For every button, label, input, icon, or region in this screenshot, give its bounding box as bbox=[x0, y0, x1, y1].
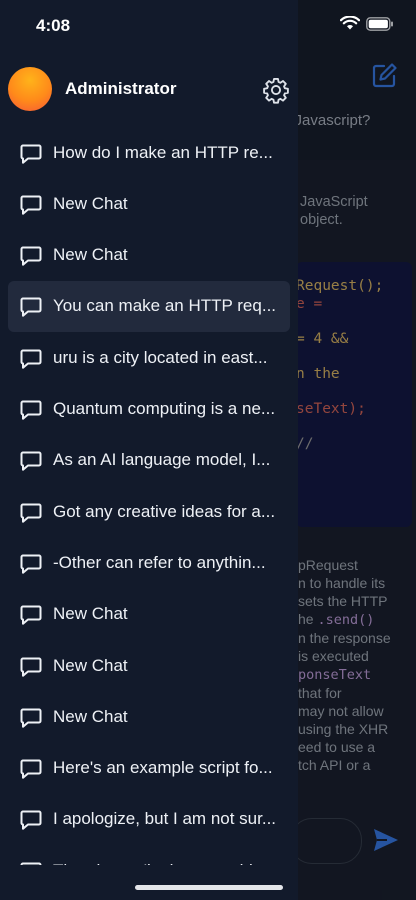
chat-bubble-icon bbox=[20, 862, 42, 865]
chat-title: As an AI language model, I... bbox=[53, 450, 271, 470]
chat-bubble-icon bbox=[20, 144, 42, 164]
chat-title: I apologize, but I am not sur... bbox=[53, 809, 277, 829]
sidebar-drawer: 4:08 Administrator How do I make an HTTP… bbox=[0, 0, 298, 900]
chat-bubble-icon bbox=[20, 246, 42, 266]
chat-bubble-icon bbox=[20, 759, 42, 779]
chat-list-item[interactable]: How do I make an HTTP re... bbox=[8, 127, 290, 178]
username: Administrator bbox=[65, 79, 177, 98]
user-profile[interactable]: Administrator bbox=[8, 67, 176, 111]
chat-bubble-icon bbox=[20, 451, 42, 471]
chat-title: New Chat bbox=[53, 706, 128, 726]
chat-list-item[interactable]: I apologize, but I am not sur... bbox=[8, 794, 290, 845]
status-icons bbox=[340, 16, 394, 31]
chat-list-item[interactable]: Here's an example script fo... bbox=[8, 743, 290, 794]
chat-history-list[interactable]: How do I make an HTTP re... New Chat New C… bbox=[8, 127, 290, 865]
chat-list-item[interactable]: Got any creative ideas for a... bbox=[8, 486, 290, 537]
chat-bubble-icon bbox=[20, 349, 42, 369]
chat-bubble-icon bbox=[20, 605, 42, 625]
chat-bubble-icon bbox=[20, 503, 42, 523]
chat-list-item[interactable]: The phrase 'in the something'... bbox=[8, 845, 290, 865]
home-indicator bbox=[135, 885, 283, 890]
chat-bubble-icon bbox=[20, 195, 42, 215]
chat-list-item[interactable]: As an AI language model, I... bbox=[8, 435, 290, 486]
chat-list-item[interactable]: New Chat bbox=[8, 230, 290, 281]
chat-title: New Chat bbox=[53, 193, 128, 213]
chat-title: How do I make an HTTP re... bbox=[53, 142, 273, 162]
chat-list-item[interactable]: -Other can refer to anythin... bbox=[8, 537, 290, 588]
chat-bubble-icon bbox=[20, 657, 42, 677]
chat-title: The phrase 'in the something'... bbox=[53, 861, 281, 865]
chat-list-item[interactable]: New Chat bbox=[8, 589, 290, 640]
chat-bubble-icon bbox=[20, 297, 42, 318]
chat-title: -Other can refer to anythin... bbox=[53, 552, 266, 572]
chat-bubble-icon bbox=[20, 554, 42, 574]
avatar bbox=[8, 67, 52, 111]
chat-list-item[interactable]: You can make an HTTP req... bbox=[8, 280, 290, 332]
chat-list-item[interactable]: uru is a city located in east... bbox=[8, 332, 290, 383]
chat-title: New Chat bbox=[53, 604, 128, 624]
chat-title: Got any creative ideas for a... bbox=[53, 501, 276, 521]
chat-bubble-icon bbox=[20, 708, 42, 728]
chat-bubble-icon bbox=[20, 400, 42, 420]
chat-title: New Chat bbox=[53, 245, 128, 265]
chat-list-item[interactable]: New Chat bbox=[8, 640, 290, 691]
gear-icon[interactable] bbox=[262, 76, 290, 104]
status-time: 4:08 bbox=[36, 16, 71, 35]
wifi-icon bbox=[340, 16, 360, 30]
battery-icon bbox=[366, 16, 393, 31]
chat-list-item[interactable]: New Chat bbox=[8, 691, 290, 742]
chat-list-item[interactable]: Quantum computing is a ne... bbox=[8, 384, 290, 435]
chat-title: uru is a city located in east... bbox=[53, 347, 268, 367]
chat-bubble-icon bbox=[20, 810, 42, 831]
dim-overlay[interactable] bbox=[298, 0, 416, 900]
chat-title: Quantum computing is a ne... bbox=[53, 399, 276, 418]
chat-title: You can make an HTTP req... bbox=[53, 296, 277, 316]
chat-list-item[interactable]: New Chat bbox=[8, 178, 290, 229]
chat-title: New Chat bbox=[53, 655, 128, 675]
chat-title: Here's an example script fo... bbox=[53, 758, 273, 778]
